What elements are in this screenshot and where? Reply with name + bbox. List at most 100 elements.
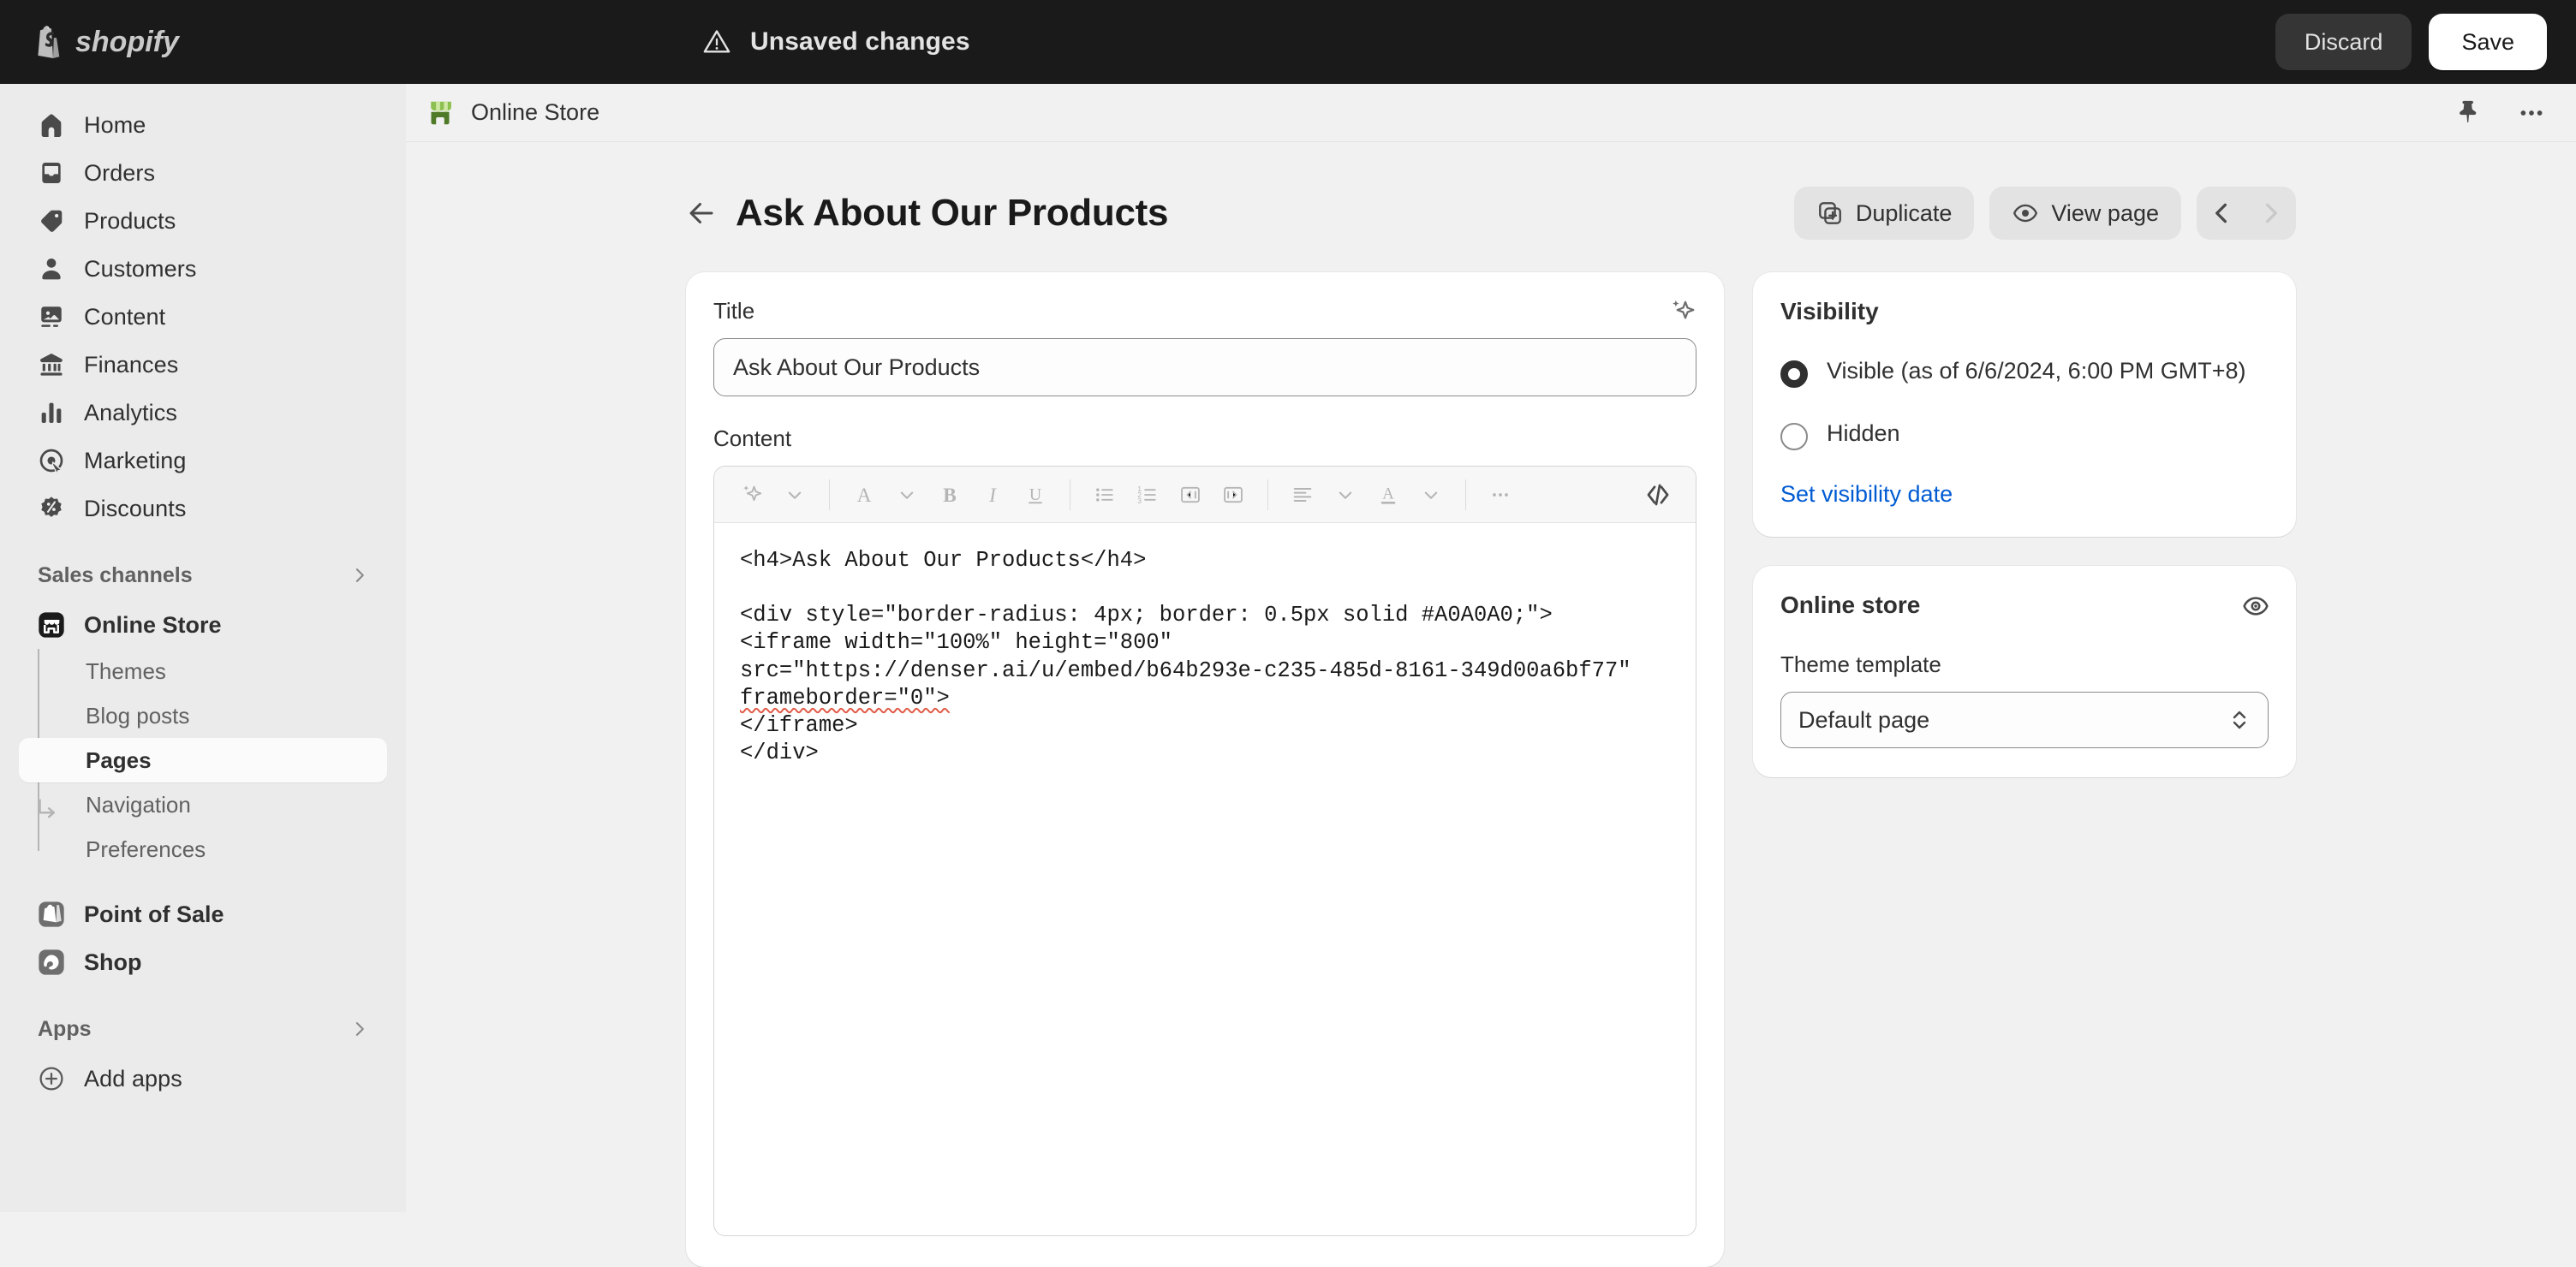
svg-text:A: A xyxy=(1382,485,1394,503)
view-page-button[interactable]: View page xyxy=(1989,187,2181,240)
sidebar-item-finances[interactable]: Finances xyxy=(19,341,387,389)
sidebar-item-content[interactable]: Content xyxy=(19,293,387,341)
bold-button[interactable]: B xyxy=(931,474,969,515)
apps-label: Apps xyxy=(38,1017,92,1042)
shopify-logo[interactable]: shopify xyxy=(0,24,406,60)
online-store-storefront-icon xyxy=(425,98,456,128)
set-visibility-date-link[interactable]: Set visibility date xyxy=(1780,481,1953,508)
sidebar-item-customers[interactable]: Customers xyxy=(19,245,387,293)
ai-sparkle-icon[interactable] xyxy=(1667,296,1698,327)
text-color-dropdown-button[interactable] xyxy=(1412,474,1450,515)
svg-text:I: I xyxy=(988,485,997,507)
toolbar-divider xyxy=(829,479,830,510)
sidebar-item-add-apps[interactable]: Add apps xyxy=(19,1055,387,1103)
products-tag-icon xyxy=(38,207,65,235)
page-body-grid: Title Content xyxy=(686,272,2296,1267)
sidebar-item-label: Blog posts xyxy=(86,703,189,729)
sidebar-section-apps[interactable]: Apps xyxy=(19,1008,387,1050)
sidebar-item-label: Point of Sale xyxy=(84,901,224,928)
ai-dropdown-button[interactable] xyxy=(776,474,814,515)
chevron-down-icon xyxy=(898,486,915,503)
visibility-option-hidden[interactable]: Hidden xyxy=(1780,419,2269,450)
sidebar-item-preferences[interactable]: Preferences xyxy=(19,827,387,871)
html-code-area[interactable]: <h4>Ask About Our Products</h4> <div sty… xyxy=(714,523,1696,1235)
text-color-button[interactable]: A xyxy=(1369,474,1407,515)
sidebar-item-marketing[interactable]: Marketing xyxy=(19,437,387,485)
content-block: Content xyxy=(713,425,1696,1236)
show-html-button[interactable] xyxy=(1639,474,1677,515)
discard-button[interactable]: Discard xyxy=(2275,14,2412,70)
sidebar-item-pages[interactable]: Pages xyxy=(19,738,387,782)
duplicate-label: Duplicate xyxy=(1856,200,1953,227)
next-page-button[interactable] xyxy=(2246,187,2296,240)
editor-toolbar: A B xyxy=(714,467,1696,523)
indent-button[interactable] xyxy=(1214,474,1252,515)
sidebar-item-online-store[interactable]: Online Store xyxy=(19,601,387,649)
svg-text:3: 3 xyxy=(1137,497,1142,504)
outdent-button[interactable] xyxy=(1172,474,1209,515)
sidebar-item-products[interactable]: Products xyxy=(19,197,387,245)
code-line: src="https://denser.ai/u/embed/b64b293e-… xyxy=(740,658,1631,683)
sidebar-item-label: Analytics xyxy=(84,400,177,426)
sidebar-item-label: Marketing xyxy=(84,448,186,474)
sidebar-item-navigation[interactable]: Navigation xyxy=(19,782,387,827)
duplicate-icon xyxy=(1816,199,1844,227)
sidebar-item-label: Discounts xyxy=(84,496,186,522)
underline-icon: U xyxy=(1023,483,1047,507)
home-icon xyxy=(38,111,65,139)
page-title: Ask About Our Products xyxy=(736,192,1168,235)
chevron-down-icon xyxy=(1422,486,1440,503)
breadcrumb-label: Online Store xyxy=(471,99,599,126)
sidebar-item-analytics[interactable]: Analytics xyxy=(19,389,387,437)
pin-icon[interactable] xyxy=(2453,98,2484,128)
online-store-subnav: Themes Blog posts Pages Navigation Prefe… xyxy=(0,649,406,871)
italic-button[interactable]: I xyxy=(974,474,1011,515)
save-button[interactable]: Save xyxy=(2429,14,2547,70)
ai-sparkle-tool-button[interactable] xyxy=(733,474,771,515)
text-color-icon: A xyxy=(1376,483,1400,507)
radio-hidden[interactable] xyxy=(1780,423,1808,450)
sidebar-item-home[interactable]: Home xyxy=(19,101,387,149)
svg-text:U: U xyxy=(1029,485,1041,503)
sidebar-item-blog-posts[interactable]: Blog posts xyxy=(19,693,387,738)
sidebar-item-themes[interactable]: Themes xyxy=(19,649,387,693)
finances-bank-icon xyxy=(38,351,65,378)
more-tools-button[interactable] xyxy=(1482,474,1519,515)
theme-template-value: Default page xyxy=(1798,707,1929,734)
toolbar-divider xyxy=(1267,479,1268,510)
sidebar-item-point-of-sale[interactable]: Point of Sale xyxy=(19,890,387,938)
numbered-list-button[interactable]: 1 2 3 xyxy=(1129,474,1166,515)
orders-icon xyxy=(38,159,65,187)
chevron-right-icon xyxy=(2259,201,2283,225)
align-dropdown-button[interactable] xyxy=(1327,474,1364,515)
text-align-icon xyxy=(1291,483,1315,507)
visibility-option-visible[interactable]: Visible (as of 6/6/2024, 6:00 PM GMT+8) xyxy=(1780,356,2269,388)
sub-header-actions xyxy=(2453,98,2547,128)
previous-page-button[interactable] xyxy=(2197,187,2246,240)
back-arrow-icon[interactable] xyxy=(686,198,717,229)
code-line: </div> xyxy=(740,741,819,765)
title-input[interactable] xyxy=(713,338,1696,396)
preview-eye-icon[interactable] xyxy=(2241,592,2270,621)
underline-button[interactable]: U xyxy=(1017,474,1054,515)
visibility-card: Visibility Visible (as of 6/6/2024, 6:00… xyxy=(1753,272,2296,537)
duplicate-button[interactable]: Duplicate xyxy=(1794,187,1975,240)
more-options-icon xyxy=(1488,483,1512,507)
toolbar-divider xyxy=(1465,479,1466,510)
sidebar-item-shop[interactable]: Shop xyxy=(19,938,387,986)
sidebar-section-sales-channels[interactable]: Sales channels xyxy=(19,555,387,596)
font-style-dropdown-button[interactable] xyxy=(888,474,926,515)
sidebar-item-discounts[interactable]: Discounts xyxy=(19,485,387,532)
add-apps-plus-icon xyxy=(38,1065,65,1092)
theme-template-select[interactable]: Default page xyxy=(1780,692,2269,748)
bulleted-list-button[interactable] xyxy=(1086,474,1124,515)
align-button[interactable] xyxy=(1284,474,1321,515)
numbered-list-icon: 1 2 3 xyxy=(1136,483,1160,507)
more-options-icon[interactable] xyxy=(2516,98,2547,128)
font-style-button[interactable]: A xyxy=(845,474,883,515)
radio-visible[interactable] xyxy=(1780,360,1808,388)
topbar-actions: Discard Save xyxy=(2275,14,2547,70)
sidebar-item-orders[interactable]: Orders xyxy=(19,149,387,197)
sidebar-item-label: Content xyxy=(84,304,165,330)
breadcrumb[interactable]: Online Store xyxy=(425,98,599,128)
